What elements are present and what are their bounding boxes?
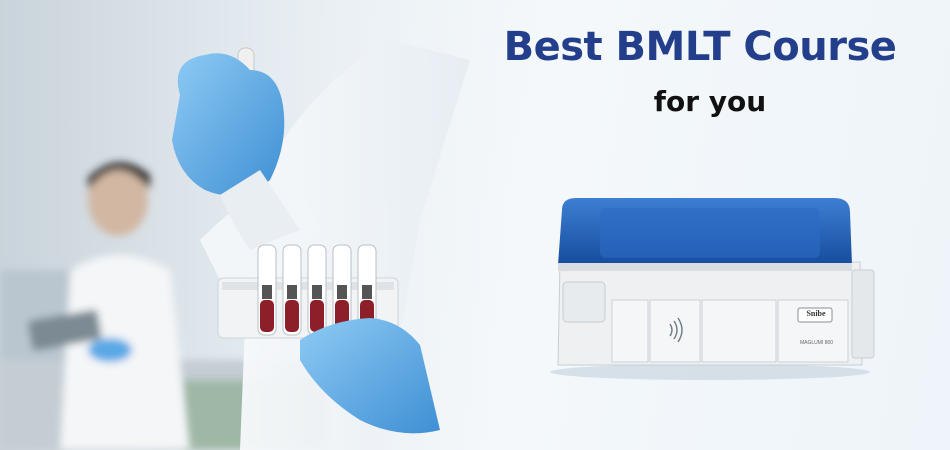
lab-analyzer bbox=[550, 198, 875, 380]
analyzer-brand-label: Snibe bbox=[806, 309, 826, 318]
banner-subtitle: for you bbox=[653, 85, 767, 118]
hero-banner: Snibe MAGLUMI 800 Best BMLT Course for y… bbox=[0, 0, 950, 450]
banner-title: Best BMLT Course bbox=[503, 24, 897, 70]
headline-block: Best BMLT Course for you bbox=[490, 20, 910, 122]
analyzer-model-label: MAGLUMI 800 bbox=[800, 340, 834, 346]
